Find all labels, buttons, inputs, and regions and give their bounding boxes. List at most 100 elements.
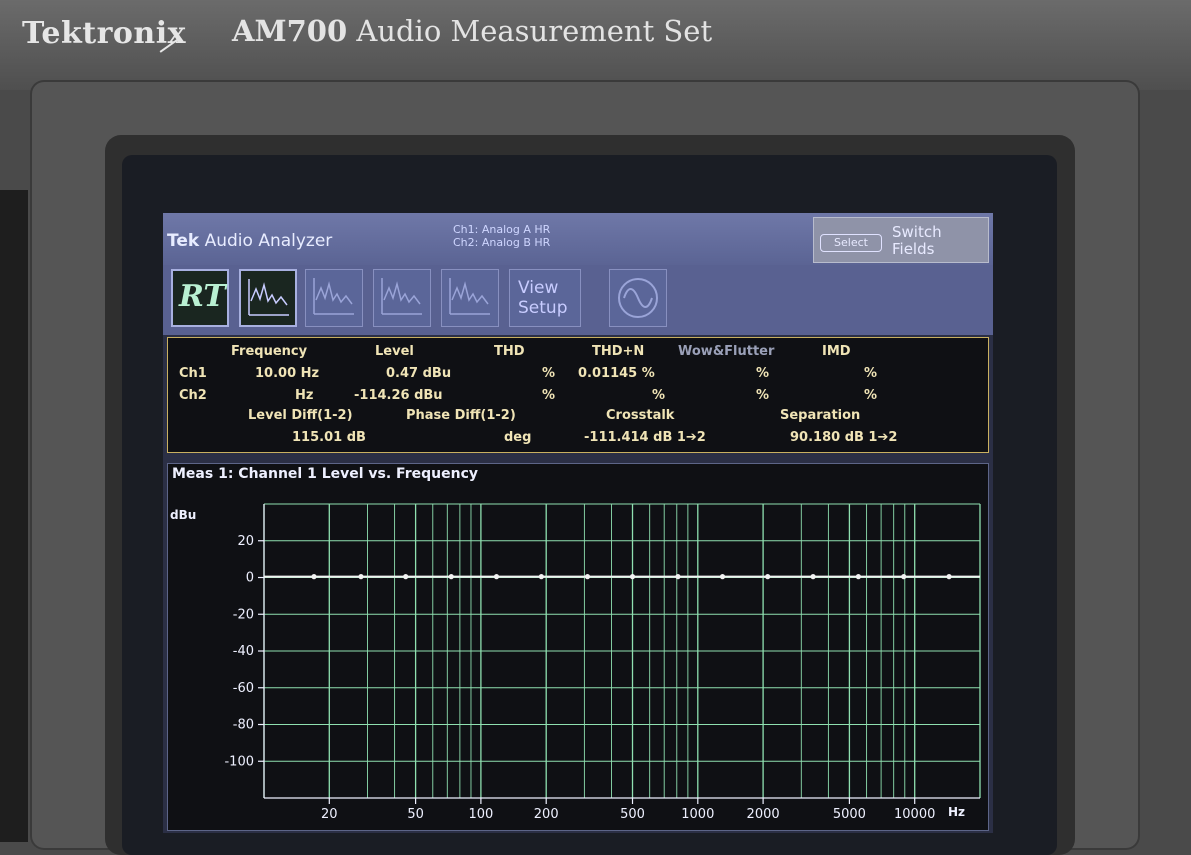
model-title: AM700 Audio Measurement Set [232, 14, 712, 48]
header-crosstalk: Crosstalk [606, 408, 675, 423]
view-label-line1: View [518, 278, 559, 298]
data-point [311, 574, 317, 580]
x-tick-label: 50 [407, 807, 424, 822]
y-tick-label: 20 [237, 534, 254, 549]
y-tick-label: -60 [233, 681, 254, 696]
ch2-source: Ch2: Analog B HR [453, 236, 551, 249]
x-axis-label: Hz [948, 805, 965, 819]
y-tick-label: -80 [233, 718, 254, 733]
switch-fields-button[interactable]: Select Switch Fields [813, 217, 989, 263]
header-thd: THD [494, 344, 525, 359]
x-tick-label: 100 [468, 807, 493, 822]
data-point [946, 574, 952, 580]
header-thdn: THD+N [592, 344, 645, 359]
meas2-graph-button[interactable] [305, 269, 363, 327]
header-separation: Separation [780, 408, 861, 423]
realtime-button[interactable]: RT [171, 269, 229, 327]
switch-label-line2: Fields [892, 240, 935, 258]
ch2-frequency: Hz [295, 388, 314, 403]
data-point [719, 574, 726, 580]
left-side-panel [0, 190, 28, 842]
ch1-label: Ch1 [179, 366, 207, 381]
ch2-thd: % [542, 388, 556, 403]
y-tick-label: -20 [233, 607, 254, 622]
ch1-source: Ch1: Analog A HR [453, 223, 551, 236]
ch1-wow-flutter: % [756, 366, 770, 381]
data-point [629, 574, 636, 580]
ch1-thdn: 0.01145 % [578, 366, 655, 381]
meas4-graph-button[interactable] [441, 269, 499, 327]
select-key-label: Select [820, 234, 882, 252]
tek-logo: Tek [167, 231, 200, 251]
model-description: Audio Measurement Set [356, 14, 713, 48]
data-point [358, 574, 364, 580]
ch1-level: 0.47 dBu [386, 366, 452, 381]
x-tick-label: 1000 [681, 807, 714, 822]
title-bar: Tek Audio Analyzer Ch1: Analog A HR Ch2:… [163, 213, 993, 265]
separation-value: 90.180 dB 1➔2 [790, 430, 898, 445]
model-number: AM700 [232, 14, 348, 48]
header-level-diff: Level Diff(1-2) [248, 408, 353, 423]
phase-diff-value: deg [504, 430, 532, 445]
data-point [765, 574, 771, 580]
header-imd: IMD [822, 344, 851, 359]
x-tick-label: 2000 [747, 807, 780, 822]
meas1-graph-button[interactable] [239, 269, 297, 327]
y-tick-label: -40 [233, 644, 254, 659]
view-label-line2: Setup [518, 298, 568, 318]
y-axis-label: dBu [170, 508, 196, 522]
toolbar: RT View Setup [163, 265, 993, 335]
data-point [855, 574, 861, 580]
ch2-imd: % [864, 388, 878, 403]
rt-label: RT [179, 279, 226, 314]
x-tick-label: 10000 [894, 807, 935, 822]
graph-panel: Meas 1: Channel 1 Level vs. Frequency dB… [167, 463, 989, 831]
ch1-frequency: 10.00 Hz [255, 366, 320, 381]
level-vs-frequency-chart: dBu Hz 200-20-40-60-80-10020 50 100 200 500 1… [170, 503, 981, 822]
graph-icon [449, 278, 490, 315]
header-phase-diff: Phase Diff(1-2) [406, 408, 516, 423]
data-point [901, 574, 907, 580]
readings-panel: Frequency Level THD THD+N Wow&Flutter IM… [167, 337, 989, 453]
generator-button[interactable] [609, 269, 667, 327]
y-tick-label: 0 [246, 571, 254, 586]
switch-label-line1: Switch [892, 223, 942, 241]
ch2-level: -114.26 dBu [354, 388, 443, 403]
crosstalk-value: -111.414 dB 1➔2 [584, 430, 706, 445]
switch-fields-label: Switch Fields [892, 224, 942, 258]
data-point [448, 574, 454, 580]
x-tick-label: 500 [620, 807, 645, 822]
data-point [810, 574, 816, 580]
x-tick-label: 5000 [833, 807, 866, 822]
view-setup-button[interactable]: View Setup [509, 269, 581, 327]
ch2-wow-flutter: % [756, 388, 770, 403]
sine-wave-icon [618, 278, 658, 318]
app-title: Tek Audio Analyzer [167, 231, 332, 251]
header-level: Level [375, 344, 414, 359]
meas3-graph-button[interactable] [373, 269, 431, 327]
header-wow-flutter: Wow&Flutter [678, 344, 775, 359]
ch1-imd: % [864, 366, 878, 381]
data-point [675, 574, 681, 580]
header-frequency: Frequency [231, 344, 308, 359]
x-tick-label: 200 [534, 807, 559, 822]
chart-series [264, 574, 980, 580]
graph-icon [381, 278, 422, 315]
ch1-thd: % [542, 366, 556, 381]
ch2-thdn: % [652, 388, 666, 403]
audio-analyzer-app: Tek Audio Analyzer Ch1: Analog A HR Ch2:… [163, 213, 993, 833]
graph-icon [248, 279, 289, 316]
app-name: Audio Analyzer [204, 231, 333, 251]
brand-logo: Tektronix [22, 16, 187, 51]
data-point [584, 574, 591, 580]
graph-icon [313, 278, 354, 315]
y-tick-label: -100 [224, 754, 254, 769]
level-diff-value: 115.01 dB [292, 430, 366, 445]
view-setup-label: View Setup [518, 278, 567, 318]
channel-info: Ch1: Analog A HR Ch2: Analog B HR [453, 223, 550, 249]
data-point [538, 574, 544, 580]
x-tick-label: 20 [321, 807, 338, 822]
data-point [493, 574, 500, 580]
ch2-label: Ch2 [179, 388, 207, 403]
chart-grid [263, 503, 981, 799]
